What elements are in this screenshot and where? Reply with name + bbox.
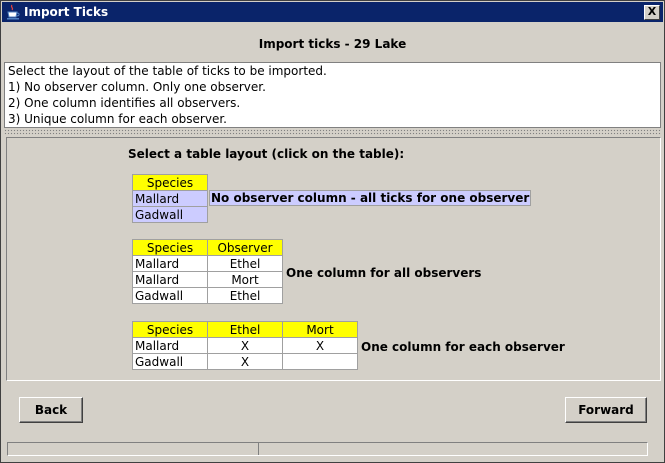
split-pane-divider[interactable] — [4, 129, 661, 135]
forward-button[interactable]: Forward — [565, 397, 647, 423]
table-cell: Mort — [207, 271, 283, 288]
layout-table-each-observer[interactable]: Species Ethel Mort Mallard X X Gadwall X — [132, 321, 358, 370]
close-icon: X — [647, 5, 657, 18]
layout-table-no-observer[interactable]: Species Mallard Gadwall — [132, 174, 208, 223]
instruction-line: 2) One column identifies all observers. — [8, 96, 241, 110]
table-cell: Gadwall — [132, 287, 208, 304]
header-cell: Mort — [282, 321, 358, 338]
instruction-line: Select the layout of the table of ticks … — [8, 64, 327, 78]
table-cell — [282, 353, 358, 370]
header-cell: Species — [132, 174, 208, 191]
table-cell: X — [207, 353, 283, 370]
instruction-line: 1) No observer column. Only one observer… — [8, 80, 266, 94]
table-cell: X — [207, 337, 283, 354]
close-button[interactable]: X — [644, 5, 660, 20]
table-cell: Mallard — [132, 255, 208, 272]
table-cell: Ethel — [207, 255, 283, 272]
layout-selection-panel: Select a table layout (click on the tabl… — [6, 137, 661, 381]
table-cell: Gadwall — [132, 206, 208, 223]
instructions-text-area[interactable]: Select the layout of the table of ticks … — [4, 62, 661, 128]
table-cell: Mallard — [132, 271, 208, 288]
layout-label-no-observer[interactable]: No observer column - all ticks for one o… — [209, 190, 532, 206]
java-cup-icon — [6, 4, 20, 20]
layout-prompt: Select a table layout (click on the tabl… — [128, 147, 405, 161]
dialog-heading: Import ticks - 29 Lake — [258, 37, 407, 51]
header-cell: Ethel — [207, 321, 283, 338]
header-cell: Species — [132, 321, 208, 338]
layout-label-each-observer[interactable]: One column for each observer — [361, 340, 565, 354]
title-bar[interactable]: Import Ticks X — [2, 2, 663, 22]
table-cell: Mallard — [132, 337, 208, 354]
layout-label-one-column[interactable]: One column for all observers — [286, 266, 481, 280]
table-cell: Ethel — [207, 287, 283, 304]
status-bar — [7, 442, 648, 456]
table-cell: Mallard — [132, 190, 208, 207]
table-cell: Gadwall — [132, 353, 208, 370]
header-cell: Species — [132, 239, 208, 256]
back-button[interactable]: Back — [19, 397, 83, 423]
table-cell: X — [282, 337, 358, 354]
window-title: Import Ticks — [24, 5, 109, 19]
layout-table-one-column[interactable]: Species Observer Mallard Ethel Mallard M… — [132, 239, 283, 304]
header-cell: Observer — [207, 239, 283, 256]
instruction-line: 3) Unique column for each observer. — [8, 112, 227, 126]
status-divider — [258, 443, 259, 455]
import-ticks-window: Import Ticks X Import ticks - 29 Lake Se… — [0, 0, 665, 463]
